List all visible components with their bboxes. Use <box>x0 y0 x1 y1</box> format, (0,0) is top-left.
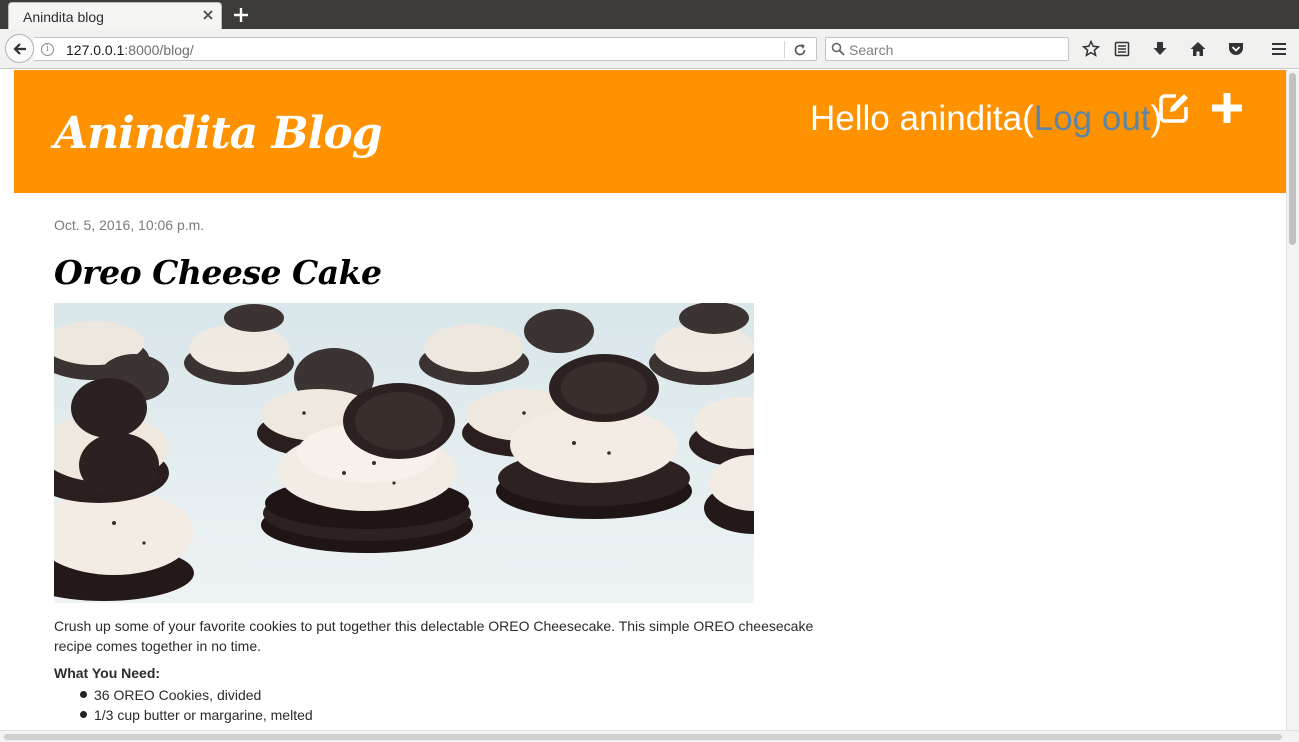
vertical-scroll-thumb[interactable] <box>1289 73 1296 245</box>
ingredient-item: 36 OREO Cookies, divided <box>80 685 313 705</box>
url-path: :8000/blog/ <box>124 42 194 58</box>
horizontal-scrollbar[interactable] <box>0 730 1299 742</box>
edit-post-icon[interactable] <box>1156 90 1192 126</box>
post-date: Oct. 5, 2016, 10:06 p.m. <box>54 217 205 233</box>
bookmark-star-icon[interactable] <box>1082 40 1100 58</box>
url-host: 127.0.0.1 <box>66 42 125 58</box>
download-icon[interactable] <box>1151 40 1169 58</box>
ingredient-item: 1/3 cup butter or margarine, melted <box>80 705 313 725</box>
tab-title: Anindita blog <box>23 9 104 25</box>
url-text[interactable]: 127.0.0.1:8000/blog/ <box>66 42 194 58</box>
ingredient-list: 36 OREO Cookies, divided 1/3 cup butter … <box>80 685 313 725</box>
search-icon <box>831 42 845 56</box>
site-title[interactable]: Anindita Blog <box>54 108 382 159</box>
browser-tab-bar: Anindita blog <box>0 0 1299 29</box>
search-placeholder: Search <box>849 42 894 58</box>
post-title[interactable]: Oreo Cheese Cake <box>54 253 382 292</box>
info-icon[interactable]: i <box>41 43 54 56</box>
what-you-need-heading: What You Need: <box>54 665 161 681</box>
post-body: Crush up some of your favorite cookies t… <box>54 618 814 654</box>
search-input[interactable]: Search <box>825 37 1069 61</box>
new-tab-icon[interactable] <box>231 5 251 25</box>
post-image <box>54 303 754 603</box>
pocket-icon[interactable] <box>1227 40 1245 58</box>
close-tab-icon[interactable] <box>202 9 214 21</box>
browser-nav-bar: i 127.0.0.1:8000/blog/ Search <box>0 29 1299 69</box>
greeting-prefix: Hello anindita( <box>810 99 1034 138</box>
url-bar[interactable]: i 127.0.0.1:8000/blog/ <box>34 37 817 61</box>
user-greeting: Hello anindita(Log out) <box>810 99 1162 139</box>
menu-icon[interactable] <box>1270 40 1288 58</box>
reload-icon[interactable] <box>792 42 808 58</box>
add-post-icon[interactable] <box>1210 91 1244 125</box>
url-divider <box>784 41 785 58</box>
oreo-cheesecake-photo <box>54 303 754 603</box>
browser-tab[interactable]: Anindita blog <box>8 2 222 29</box>
reading-list-icon[interactable] <box>1113 40 1131 58</box>
horizontal-scroll-thumb[interactable] <box>4 734 1282 740</box>
vertical-scrollbar[interactable] <box>1286 70 1299 730</box>
back-button[interactable] <box>5 34 34 63</box>
home-icon[interactable] <box>1189 40 1207 58</box>
blog-header: Anindita Blog Hello anindita(Log out) <box>14 70 1286 193</box>
back-arrow-icon <box>13 43 26 55</box>
page-viewport: Anindita Blog Hello anindita(Log out) Oc… <box>0 70 1286 730</box>
logout-link[interactable]: Log out <box>1034 99 1151 138</box>
